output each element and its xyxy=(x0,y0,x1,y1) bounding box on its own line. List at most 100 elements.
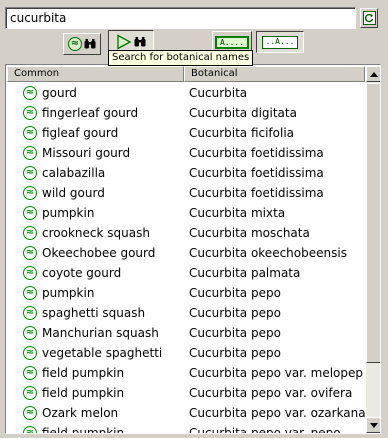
plant-symbol-icon: ≈ xyxy=(23,426,37,433)
botanical-name: Cucurbita foetidissima xyxy=(189,186,324,200)
common-name: field pumpkin xyxy=(42,366,125,380)
contains-button[interactable]: ..A... xyxy=(256,31,304,53)
plant-symbol-icon: ≈ xyxy=(23,126,37,140)
botanical-name: Cucurbita okeechobeensis xyxy=(189,246,347,260)
botanical-name: Cucurbita foetidissima xyxy=(189,146,324,160)
common-name: gourd xyxy=(42,86,77,100)
plant-symbol-icon: ≈ xyxy=(23,386,37,400)
refresh-button[interactable] xyxy=(360,8,378,28)
common-name: coyote gourd xyxy=(42,266,122,280)
plant-symbol-icon: ≈ xyxy=(23,106,37,120)
plant-symbol-icon: ≈ xyxy=(23,146,37,160)
table-row[interactable]: ≈ field pumpkin Cucurbita pepo var. ovifer… xyxy=(7,383,365,403)
botanical-name: Cucurbita mixta xyxy=(189,206,286,220)
table-row[interactable]: ≈ pumpkin Cucurbita pepo xyxy=(7,283,365,303)
table-row[interactable]: ≈ vegetable spaghetti Cucurbita pepo xyxy=(7,343,365,363)
botanical-name: Cucurbita pepo xyxy=(189,346,281,360)
cell-common: ≈ Ozark melon xyxy=(7,406,184,420)
common-name-search-button[interactable]: ≈ xyxy=(63,33,101,55)
common-name: calabazilla xyxy=(42,166,106,180)
cell-common: ≈ Okeechobee gourd xyxy=(7,246,184,260)
botanical-name: Cucurbita palmata xyxy=(189,266,301,280)
plant-symbol-icon: ≈ xyxy=(23,346,37,360)
plant-symbol-icon: ≈ xyxy=(23,86,37,100)
plant-symbol-icon: ≈ xyxy=(23,266,37,280)
plant-symbol-icon: ≈ xyxy=(68,37,82,51)
botanical-name: Cucurbita ficifolia xyxy=(189,126,295,140)
common-name: crookneck squash xyxy=(42,226,150,240)
scroll-down-button[interactable] xyxy=(366,417,380,433)
common-name: field pumpkin xyxy=(42,386,125,400)
plant-symbol-icon: ≈ xyxy=(23,186,37,200)
cell-common: ≈ fingerleaf gourd xyxy=(7,106,184,120)
table-row[interactable]: ≈ field pumpkin Cucurbita pepo var. pepo xyxy=(7,423,365,434)
table-row[interactable]: ≈ Okeechobee gourd Cucurbita okeechobeensi… xyxy=(7,243,365,263)
cell-common: ≈ spaghetti squash xyxy=(7,306,184,320)
table-row[interactable]: ≈ figleaf gourd Cucurbita ficifolia xyxy=(7,123,365,143)
search-input[interactable] xyxy=(5,7,356,29)
cell-common: ≈ wild gourd xyxy=(7,186,184,200)
table-row[interactable]: ≈ Ozark melon Cucurbita pepo var. ozarkana xyxy=(7,403,365,423)
results-list[interactable]: Common Botanical ≈ gourd Cucurbita ≈ fingerl… xyxy=(5,64,381,434)
common-name: wild gourd xyxy=(42,186,105,200)
plant-symbol-icon: ≈ xyxy=(23,286,37,300)
table-row[interactable]: ≈ calabazilla Cucurbita foetidissima xyxy=(7,163,365,183)
list-header: Common Botanical xyxy=(7,66,365,82)
table-row[interactable]: ≈ pumpkin Cucurbita mixta xyxy=(7,203,365,223)
table-row[interactable]: ≈ field pumpkin Cucurbita pepo var. melope… xyxy=(7,363,365,383)
scroll-thumb[interactable] xyxy=(366,83,380,363)
plant-symbol-icon: ≈ xyxy=(23,306,37,320)
table-row[interactable]: ≈ fingerleaf gourd Cucurbita digitata xyxy=(7,103,365,123)
botanical-name: Cucurbita pepo var. pepo xyxy=(189,426,341,434)
cell-common: ≈ field pumpkin xyxy=(7,386,184,400)
cell-common: ≈ crookneck squash xyxy=(7,226,184,240)
vertical-scrollbar[interactable] xyxy=(366,66,380,433)
cell-common: ≈ field pumpkin xyxy=(7,366,184,380)
scroll-up-button[interactable] xyxy=(366,66,380,82)
common-name: pumpkin xyxy=(42,286,95,300)
column-header-common[interactable]: Common xyxy=(7,66,184,82)
cell-common: ≈ Manchurian squash xyxy=(7,326,184,340)
cell-common: ≈ Missouri gourd xyxy=(7,146,184,160)
botanical-name: Cucurbita pepo var. ozarkana xyxy=(189,406,365,420)
common-name: pumpkin xyxy=(42,206,95,220)
arrow-down-icon xyxy=(370,422,378,428)
column-header-botanical[interactable]: Botanical xyxy=(184,66,365,82)
table-row[interactable]: ≈ wild gourd Cucurbita foetidissima xyxy=(7,183,365,203)
arrow-up-icon xyxy=(370,71,378,77)
plant-symbol-icon: ≈ xyxy=(23,226,37,240)
name-box-label-alt: ..A... xyxy=(261,35,299,49)
common-name: spaghetti squash xyxy=(42,306,146,320)
table-row[interactable]: ≈ coyote gourd Cucurbita palmata xyxy=(7,263,365,283)
botanical-name: Cucurbita pepo var. melopep xyxy=(189,366,363,380)
plant-symbol-icon: ≈ xyxy=(23,326,37,340)
cell-common: ≈ figleaf gourd xyxy=(7,126,184,140)
table-row[interactable]: ≈ Missouri gourd Cucurbita foetidissima xyxy=(7,143,365,163)
tooltip: Search for botanical names xyxy=(108,50,254,66)
plant-symbol-icon: ≈ xyxy=(23,406,37,420)
table-row[interactable]: ≈ gourd Cucurbita xyxy=(7,83,365,103)
botanical-name: Cucurbita moschata xyxy=(189,226,310,240)
botanical-name: Cucurbita xyxy=(189,86,248,100)
common-name: field pumpkin xyxy=(42,426,125,434)
binoculars-icon xyxy=(84,39,96,49)
cell-common: ≈ gourd xyxy=(7,86,184,100)
common-name: Missouri gourd xyxy=(42,146,131,160)
plant-search-panel: ≈ A.... ..A... Search for botanical name… xyxy=(0,0,388,438)
cell-common: ≈ vegetable spaghetti xyxy=(7,346,184,360)
botanical-name: Cucurbita digitata xyxy=(189,106,297,120)
cell-common: ≈ pumpkin xyxy=(7,206,184,220)
table-row[interactable]: ≈ crookneck squash Cucurbita moschata xyxy=(7,223,365,243)
plant-symbol-icon: ≈ xyxy=(23,366,37,380)
list-rows: ≈ gourd Cucurbita ≈ fingerleaf gourd Cucurbit… xyxy=(7,83,365,434)
play-icon xyxy=(117,34,132,50)
common-name: Okeechobee gourd xyxy=(42,246,156,260)
botanical-name: Cucurbita pepo xyxy=(189,326,281,340)
table-row[interactable]: ≈ Manchurian squash Cucurbita pepo xyxy=(7,323,365,343)
table-row[interactable]: ≈ spaghetti squash Cucurbita pepo xyxy=(7,303,365,323)
common-name: fingerleaf gourd xyxy=(42,106,139,120)
plant-symbol-icon: ≈ xyxy=(23,166,37,180)
cell-common: ≈ field pumpkin xyxy=(7,426,184,434)
botanical-name: Cucurbita pepo xyxy=(189,306,281,320)
common-name: Manchurian squash xyxy=(42,326,159,340)
